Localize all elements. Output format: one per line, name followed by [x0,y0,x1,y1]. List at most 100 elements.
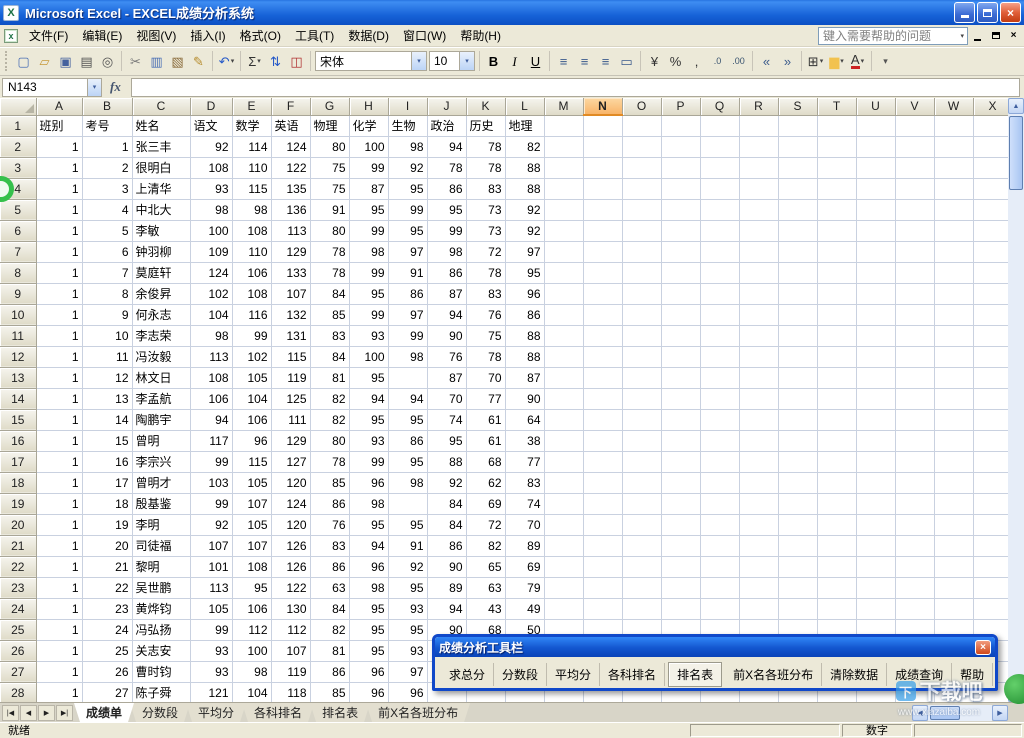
cell[interactable]: 107 [271,283,311,305]
fill-color-icon-caret[interactable]: ▾ [840,57,844,65]
column-header-G[interactable]: G [310,98,350,116]
horizontal-scrollbar[interactable]: ◀ ▶ [912,705,1008,721]
cell[interactable]: 99 [349,262,389,284]
dialog-button-4[interactable]: 各科排名 [600,663,666,686]
cell[interactable] [817,388,857,410]
cell[interactable] [661,283,701,305]
cell[interactable]: 1 [36,283,83,305]
column-header-X[interactable]: X [973,98,1008,116]
cell[interactable]: 黎明 [132,556,191,578]
cell[interactable] [817,493,857,515]
cell[interactable]: 99 [349,304,389,326]
cell[interactable] [934,241,974,263]
row-header-8[interactable]: 8 [0,262,37,284]
decrease-indent-icon[interactable]: « [756,50,777,72]
column-header-S[interactable]: S [778,98,818,116]
cell[interactable] [622,388,662,410]
cell[interactable]: 86 [427,535,467,557]
cell[interactable]: 69 [505,556,545,578]
cell[interactable]: 2 [82,157,133,179]
row-header-12[interactable]: 12 [0,346,37,368]
cell[interactable] [544,220,584,242]
cell[interactable] [778,556,818,578]
cell[interactable] [973,178,1008,200]
cell[interactable] [895,283,935,305]
help-question-box[interactable]: 键入需要帮助的问题 ▾ [818,26,968,45]
align-right-icon[interactable]: ≡ [595,50,616,72]
help-caret-icon[interactable]: ▾ [957,32,967,40]
row-header-22[interactable]: 22 [0,556,37,578]
cell[interactable]: 83 [310,535,350,557]
cell[interactable]: 1 [36,535,83,557]
cell[interactable] [544,556,584,578]
cell[interactable] [817,577,857,599]
cell[interactable]: 99 [427,220,467,242]
cell[interactable] [973,220,1008,242]
cell[interactable]: 78 [466,157,506,179]
cell[interactable]: 72 [466,241,506,263]
cell[interactable]: 113 [190,346,233,368]
cell[interactable]: 98 [388,136,428,158]
cell[interactable]: 124 [271,136,311,158]
cell[interactable]: 95 [232,577,272,599]
cell[interactable]: 92 [190,136,233,158]
restore-button[interactable] [977,2,998,23]
cell[interactable] [700,472,740,494]
cell[interactable] [739,598,779,620]
cell[interactable]: 110 [232,157,272,179]
cell[interactable]: 93 [349,430,389,452]
cell[interactable] [661,304,701,326]
cell[interactable]: 95 [388,409,428,431]
cell[interactable] [895,325,935,347]
cell[interactable] [778,367,818,389]
cell[interactable] [973,262,1008,284]
cell[interactable]: 103 [190,472,233,494]
cell[interactable]: 99 [388,325,428,347]
cell[interactable] [934,556,974,578]
cell[interactable]: 84 [310,283,350,305]
cell[interactable] [544,577,584,599]
cell[interactable] [895,409,935,431]
menu-item-6[interactable]: 工具(T) [288,24,341,47]
dialog-button-3[interactable]: 平均分 [547,663,601,686]
horizontal-scroll-track[interactable] [928,705,992,721]
insert-function-icon[interactable]: fx [110,79,121,95]
cell[interactable] [973,199,1008,221]
cell[interactable] [778,115,818,137]
cell[interactable]: 中北大 [132,199,191,221]
cell[interactable]: 97 [388,304,428,326]
cell[interactable] [544,136,584,158]
cell[interactable]: 87 [427,283,467,305]
cell[interactable] [856,598,896,620]
cell[interactable] [700,115,740,137]
cell[interactable]: 99 [190,619,233,641]
cell[interactable] [700,346,740,368]
cell[interactable] [583,241,623,263]
cell[interactable]: 96 [505,283,545,305]
cell[interactable]: 106 [190,388,233,410]
cell[interactable] [973,367,1008,389]
merge-center-icon[interactable]: ▭ [616,50,637,72]
row-header-5[interactable]: 5 [0,199,37,221]
cell[interactable] [973,283,1008,305]
cell[interactable] [544,535,584,557]
cell[interactable]: 108 [232,220,272,242]
cell[interactable]: 99 [349,220,389,242]
cell[interactable] [895,514,935,536]
cell[interactable]: 77 [505,451,545,473]
cell[interactable]: 陈子舜 [132,682,191,702]
cell[interactable] [583,388,623,410]
font-color-icon[interactable]: A ▾ [847,50,868,72]
cell[interactable] [934,115,974,137]
cell[interactable]: 102 [232,346,272,368]
cell[interactable]: 1 [36,241,83,263]
select-all-corner[interactable] [0,98,37,116]
cell[interactable]: 96 [349,472,389,494]
cell[interactable] [583,136,623,158]
menu-item-2[interactable]: 编辑(E) [75,24,129,47]
cell[interactable]: 93 [190,640,233,662]
borders-icon[interactable]: ⊞ ▾ [805,50,826,72]
cell[interactable] [895,241,935,263]
cell[interactable] [778,220,818,242]
cell[interactable]: 88 [505,157,545,179]
